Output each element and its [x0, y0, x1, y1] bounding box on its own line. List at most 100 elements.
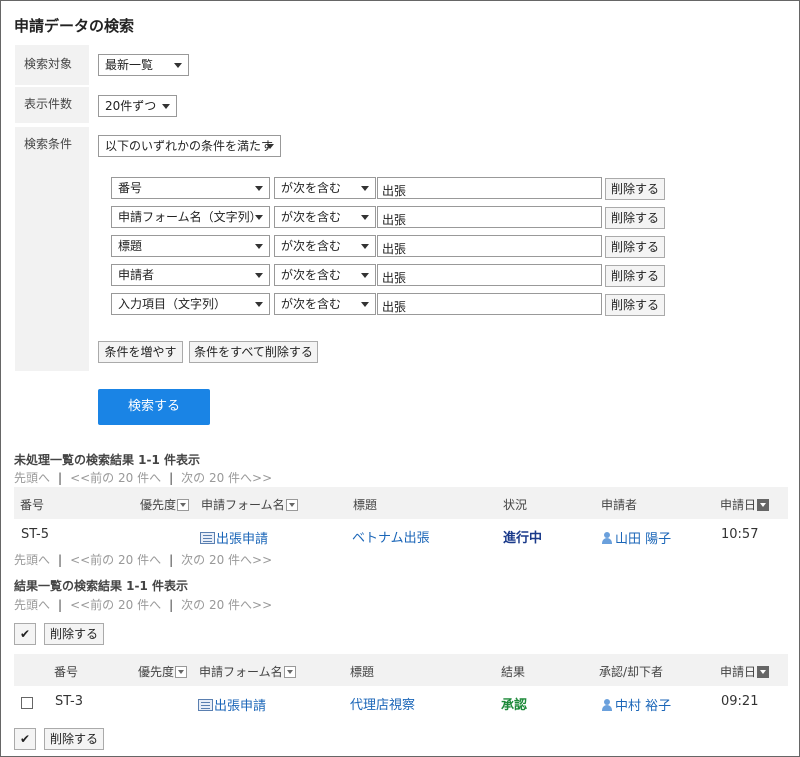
pager-first-link[interactable]: 先頭へ [14, 471, 50, 485]
chevron-down-icon [255, 244, 263, 249]
delete-condition-button[interactable]: 削除する [605, 236, 665, 258]
condition-value-input[interactable]: 出張 [377, 206, 602, 228]
results-title: 結果一覧の検索結果 1-1 件表示 [14, 579, 189, 593]
chevron-down-icon [162, 104, 170, 109]
form-icon [198, 699, 213, 711]
row-number: ST-3 [55, 694, 83, 709]
pager-next-link[interactable]: 次の 20 件へ>> [181, 471, 272, 485]
chevron-down-icon [255, 215, 263, 220]
col-number: 番号 [54, 665, 79, 679]
select-all-check-button[interactable]: ✔ [14, 728, 36, 750]
sort-icon[interactable] [177, 499, 190, 511]
condition-operator-value: が次を含む [281, 181, 342, 195]
condition-value-input[interactable]: 出張 [377, 264, 602, 286]
search-window: 申請データの検索 検索対象 表示件数 検索条件 最新一覧 20件ずつ 以下のいず… [0, 0, 800, 757]
condition-operator-select[interactable]: が次を含む [274, 293, 376, 315]
results-table-header: 番号 優先度 申請フォーム名 標題 結果 承認/却下者 申請日 [14, 654, 788, 686]
condition-field-select[interactable]: 番号 [111, 177, 270, 199]
condition-value-input[interactable]: 出張 [377, 235, 602, 257]
condition-field-value: 標題 [118, 239, 143, 253]
row-date: 09:21 [721, 694, 759, 709]
sort-icon[interactable] [285, 499, 298, 511]
condition-operator-value: が次を含む [281, 210, 342, 224]
condition-operator-select[interactable]: が次を含む [274, 206, 376, 228]
delete-selected-button[interactable]: 削除する [44, 728, 104, 750]
sort-desc-icon[interactable] [757, 666, 770, 678]
condition-field-value: 番号 [118, 181, 143, 195]
label-cell-target: 検索対象 [15, 45, 89, 85]
col-form-label: 申請フォーム名 [201, 498, 285, 512]
label-cell-count: 表示件数 [15, 87, 89, 123]
pager-prev-link[interactable]: <<前の 20 件へ [70, 598, 161, 612]
row-approver-link[interactable]: 中村 裕子 [601, 695, 671, 714]
row-checkbox[interactable] [21, 697, 33, 709]
col-form-name[interactable]: 申請フォーム名 [201, 496, 298, 513]
page-title: 申請データの検索 [14, 17, 135, 35]
condition-field-value: 申請フォーム名（文字列） [118, 210, 262, 224]
row-applicant-label: 山田 陽子 [615, 532, 672, 547]
condition-field-value: 入力項目（文字列） [118, 297, 227, 311]
delete-condition-button[interactable]: 削除する [605, 294, 665, 316]
select-all-check-button[interactable]: ✔ [14, 623, 36, 645]
col-form-label: 申請フォーム名 [199, 665, 283, 679]
delete-selected-button[interactable]: 削除する [44, 623, 104, 645]
search-submit-button[interactable]: 検索する [98, 389, 210, 425]
row-subject-link[interactable]: ベトナム出張 [352, 527, 430, 546]
pager-next-link[interactable]: 次の 20 件へ>> [181, 553, 272, 567]
col-date[interactable]: 申請日 [720, 496, 770, 513]
row-applicant-link[interactable]: 山田 陽子 [601, 528, 671, 547]
delete-condition-button[interactable]: 削除する [605, 265, 665, 287]
display-count-select[interactable]: 20件ずつ [98, 95, 177, 117]
col-form-name[interactable]: 申請フォーム名 [199, 663, 296, 680]
condition-value-input[interactable]: 出張 [377, 293, 602, 315]
row-form-link[interactable]: 出張申請 [198, 695, 266, 714]
pager-prev-link[interactable]: <<前の 20 件へ [70, 471, 161, 485]
delete-condition-button[interactable]: 削除する [605, 207, 665, 229]
sort-icon[interactable] [175, 666, 188, 678]
search-target-select[interactable]: 最新一覧 [98, 54, 189, 76]
col-subject: 標題 [350, 665, 375, 679]
add-condition-button[interactable]: 条件を増やす [98, 341, 183, 363]
chevron-down-icon [266, 144, 274, 149]
chevron-down-icon [255, 186, 263, 191]
pager-prev-link[interactable]: <<前の 20 件へ [70, 553, 161, 567]
delete-condition-button[interactable]: 削除する [605, 178, 665, 200]
col-date[interactable]: 申請日 [720, 663, 770, 680]
delete-all-conditions-button[interactable]: 条件をすべて削除する [189, 341, 318, 363]
chevron-down-icon [361, 244, 369, 249]
condition-operator-value: が次を含む [281, 268, 342, 282]
condition-operator-value: が次を含む [281, 239, 342, 253]
row-subject-link[interactable]: 代理店視察 [350, 694, 415, 713]
condition-field-select[interactable]: 申請者 [111, 264, 270, 286]
col-priority[interactable]: 優先度 [138, 663, 188, 680]
sort-desc-icon[interactable] [757, 499, 770, 511]
pager-next-link[interactable]: 次の 20 件へ>> [181, 598, 272, 612]
sort-icon[interactable] [283, 666, 296, 678]
label-cell-conditions: 検索条件 [15, 127, 89, 371]
condition-field-select[interactable]: 申請フォーム名（文字列） [111, 206, 270, 228]
condition-field-select[interactable]: 入力項目（文字列） [111, 293, 270, 315]
condition-operator-select[interactable]: が次を含む [274, 177, 376, 199]
condition-mode-value: 以下のいずれかの条件を満たす [105, 139, 274, 153]
chevron-down-icon [361, 186, 369, 191]
col-number: 番号 [20, 498, 45, 512]
col-approver: 承認/却下者 [599, 665, 664, 679]
condition-operator-select[interactable]: が次を含む [274, 264, 376, 286]
condition-field-select[interactable]: 標題 [111, 235, 270, 257]
condition-operator-select[interactable]: が次を含む [274, 235, 376, 257]
results-pager: 先頭へ | <<前の 20 件へ | 次の 20 件へ>> [14, 598, 273, 612]
col-priority[interactable]: 優先度 [140, 496, 190, 513]
row-form-link[interactable]: 出張申請 [200, 528, 268, 547]
pager-first-link[interactable]: 先頭へ [14, 553, 50, 567]
row-number: ST-5 [21, 527, 49, 542]
display-count-value: 20件ずつ [105, 99, 157, 113]
chevron-down-icon [361, 302, 369, 307]
row-form-label: 出張申請 [216, 532, 269, 547]
condition-value-input[interactable]: 出張 [377, 177, 602, 199]
user-icon [601, 699, 613, 711]
pager-first-link[interactable]: 先頭へ [14, 598, 50, 612]
condition-mode-select[interactable]: 以下のいずれかの条件を満たす [98, 135, 281, 157]
col-status: 状況 [503, 498, 528, 512]
col-priority-label: 優先度 [140, 498, 177, 512]
pending-pager-bottom: 先頭へ | <<前の 20 件へ | 次の 20 件へ>> [14, 553, 273, 567]
